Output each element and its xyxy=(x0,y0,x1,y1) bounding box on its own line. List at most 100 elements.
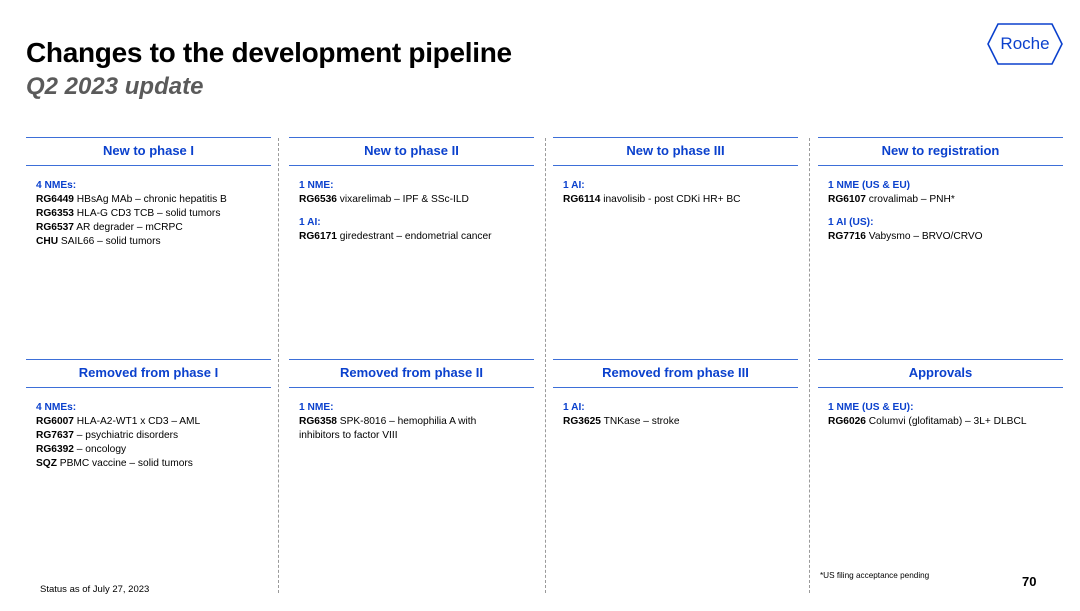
status-date: Status as of July 27, 2023 xyxy=(40,584,150,595)
compound-description: vixarelimab – IPF & SSc-ILD xyxy=(339,194,469,205)
compound-group: 1 AI: RG3625 TNKase – stroke xyxy=(563,401,798,429)
compound-code: RG6536 xyxy=(299,194,337,205)
compound-item: RG7716 Vabysmo – BRVO/CRVO xyxy=(828,230,1063,244)
compound-code: RG3625 xyxy=(563,416,601,427)
compound-description: Columvi (glofitamab) – 3L+ DLBCL xyxy=(868,416,1027,427)
section-body: 4 NMEs: RG6007 HLA-A2-WT1 x CD3 – AML RG76… xyxy=(26,388,271,471)
section-title: Removed from phase I xyxy=(26,359,271,388)
section-title: Approvals xyxy=(818,359,1063,388)
compound-group: 4 NMEs: RG6007 HLA-A2-WT1 x CD3 – AML RG76… xyxy=(36,401,271,471)
section-body: 4 NMEs: RG6449 HBsAg MAb – chronic hepati… xyxy=(26,166,271,249)
compound-item: RG6026 Columvi (glofitamab) – 3L+ DLBCL xyxy=(828,415,1063,429)
pipeline-section: New to registration 1 NME (US & EU) RG6107… xyxy=(818,137,1063,253)
section-body: 1 NME (US & EU) RG6107 crovalimab – PNH* 1… xyxy=(818,166,1063,244)
compound-group: 1 NME (US & EU) RG6107 crovalimab – PNH* xyxy=(828,179,1063,207)
compound-description: crovalimab – PNH* xyxy=(868,194,955,205)
section-body: 1 NME: RG6536 vixarelimab – IPF & SSc-ILD… xyxy=(289,166,534,244)
compound-group: 1 NME: RG6358 SPK-8016 – hemophilia A wit… xyxy=(299,401,534,443)
compound-description: HLA-A2-WT1 x CD3 – AML xyxy=(76,416,201,427)
compound-item: RG6358 SPK-8016 – hemophilia A with xyxy=(299,415,534,429)
compound-code: RG6392 xyxy=(36,444,74,455)
column-divider xyxy=(809,138,810,593)
compound-item: RG3625 TNKase – stroke xyxy=(563,415,798,429)
section-body: 1 AI: RG3625 TNKase – stroke xyxy=(553,388,798,429)
group-label: 1 AI: xyxy=(563,402,585,413)
compound-item: RG7637 – psychiatric disorders xyxy=(36,429,271,443)
compound-code: RG6114 xyxy=(563,194,601,205)
logo-text: Roche xyxy=(1000,34,1050,53)
pipeline-section: Removed from phase III 1 AI: RG3625 TNKase… xyxy=(553,359,798,438)
column-divider xyxy=(545,138,546,593)
compound-item: RG6107 crovalimab – PNH* xyxy=(828,193,1063,207)
compound-item: RG6007 HLA-A2-WT1 x CD3 – AML xyxy=(36,415,271,429)
compound-group: 1 AI: RG6171 giredestrant – endometrial c… xyxy=(299,216,534,244)
compound-item: RG6392 – oncology xyxy=(36,443,271,457)
compound-description: – psychiatric disorders xyxy=(76,430,179,441)
pipeline-section: New to phase I 4 NMEs: RG6449 HBsAg MAb – … xyxy=(26,137,271,258)
compound-description: AR degrader – mCRPC xyxy=(76,222,183,233)
compound-code: RG7716 xyxy=(828,231,866,242)
compound-item: RG6353 HLA-G CD3 TCB – solid tumors xyxy=(36,207,271,221)
compound-item: RG6171 giredestrant – endometrial cancer xyxy=(299,230,534,244)
compound-item: SQZ PBMC vaccine – solid tumors xyxy=(36,457,271,471)
compound-code: RG6449 xyxy=(36,194,74,205)
compound-group: 1 AI: RG6114 inavolisib - post CDKi HR+ B… xyxy=(563,179,798,207)
group-label: 1 AI: xyxy=(563,180,585,191)
column-divider xyxy=(278,138,279,593)
group-label: 1 AI: xyxy=(299,217,321,228)
compound-group: 1 NME (US & EU): RG6026 Columvi (glofitam… xyxy=(828,401,1063,429)
group-label: 1 NME: xyxy=(299,180,334,191)
roche-logo: Roche xyxy=(986,22,1064,66)
section-title: Removed from phase II xyxy=(289,359,534,388)
compound-description: SAIL66 – solid tumors xyxy=(60,236,161,247)
compound-description: TNKase – stroke xyxy=(603,416,680,427)
section-title: New to registration xyxy=(818,137,1063,166)
compound-item: RG6536 vixarelimab – IPF & SSc-ILD xyxy=(299,193,534,207)
compound-code: RG6353 xyxy=(36,208,74,219)
compound-group: 4 NMEs: RG6449 HBsAg MAb – chronic hepati… xyxy=(36,179,271,249)
pipeline-section: Removed from phase II 1 NME: RG6358 SPK-80… xyxy=(289,359,534,452)
section-body: 1 NME: RG6358 SPK-8016 – hemophilia A wit… xyxy=(289,388,534,443)
pipeline-section: New to phase III 1 AI: RG6114 inavolisib -… xyxy=(553,137,798,216)
compound-description: – oncology xyxy=(76,444,127,455)
group-label: 1 NME: xyxy=(299,402,334,413)
compound-description: HBsAg MAb – chronic hepatitis B xyxy=(76,194,227,205)
section-title: New to phase II xyxy=(289,137,534,166)
compound-description: HLA-G CD3 TCB – solid tumors xyxy=(76,208,221,219)
compound-code: RG6358 xyxy=(299,416,337,427)
compound-code: CHU xyxy=(36,236,59,247)
page-number: 70 xyxy=(1022,574,1037,589)
compound-description-continued: inhibitors to factor VIII xyxy=(299,430,398,441)
compound-description: PBMC vaccine – solid tumors xyxy=(59,458,193,469)
group-label: 4 NMEs: xyxy=(36,180,77,191)
compound-group: 1 NME: RG6536 vixarelimab – IPF & SSc-ILD xyxy=(299,179,534,207)
compound-code: RG7637 xyxy=(36,430,74,441)
compound-item: RG6449 HBsAg MAb – chronic hepatitis B xyxy=(36,193,271,207)
compound-description: giredestrant – endometrial cancer xyxy=(339,231,492,242)
compound-code: RG6026 xyxy=(828,416,866,427)
pipeline-section: Removed from phase I 4 NMEs: RG6007 HLA-A2… xyxy=(26,359,271,480)
group-label: 1 AI (US): xyxy=(828,217,874,228)
page-title: Changes to the development pipeline xyxy=(26,37,512,68)
section-body: 1 NME (US & EU): RG6026 Columvi (glofitam… xyxy=(818,388,1063,429)
compound-group: 1 AI (US): RG7716 Vabysmo – BRVO/CRVO xyxy=(828,216,1063,244)
compound-description: inavolisib - post CDKi HR+ BC xyxy=(603,194,741,205)
compound-code: RG6107 xyxy=(828,194,866,205)
group-label: 4 NMEs: xyxy=(36,402,77,413)
compound-code: RG6171 xyxy=(299,231,337,242)
compound-code: RG6537 xyxy=(36,222,74,233)
pipeline-section: Approvals 1 NME (US & EU): RG6026 Columvi … xyxy=(818,359,1063,438)
compound-item: RG6537 AR degrader – mCRPC xyxy=(36,221,271,235)
footnote: *US filing acceptance pending xyxy=(820,571,930,580)
compound-item: CHU SAIL66 – solid tumors xyxy=(36,235,271,249)
section-body: 1 AI: RG6114 inavolisib - post CDKi HR+ B… xyxy=(553,166,798,207)
compound-description: Vabysmo – BRVO/CRVO xyxy=(868,231,983,242)
compound-code: RG6007 xyxy=(36,416,74,427)
section-title: New to phase I xyxy=(26,137,271,166)
compound-item: RG6114 inavolisib - post CDKi HR+ BC xyxy=(563,193,798,207)
pipeline-section: New to phase II 1 NME: RG6536 vixarelimab … xyxy=(289,137,534,253)
section-title: Removed from phase III xyxy=(553,359,798,388)
compound-code: SQZ xyxy=(36,458,57,469)
compound-description: SPK-8016 – hemophilia A with xyxy=(339,416,477,427)
section-title: New to phase III xyxy=(553,137,798,166)
